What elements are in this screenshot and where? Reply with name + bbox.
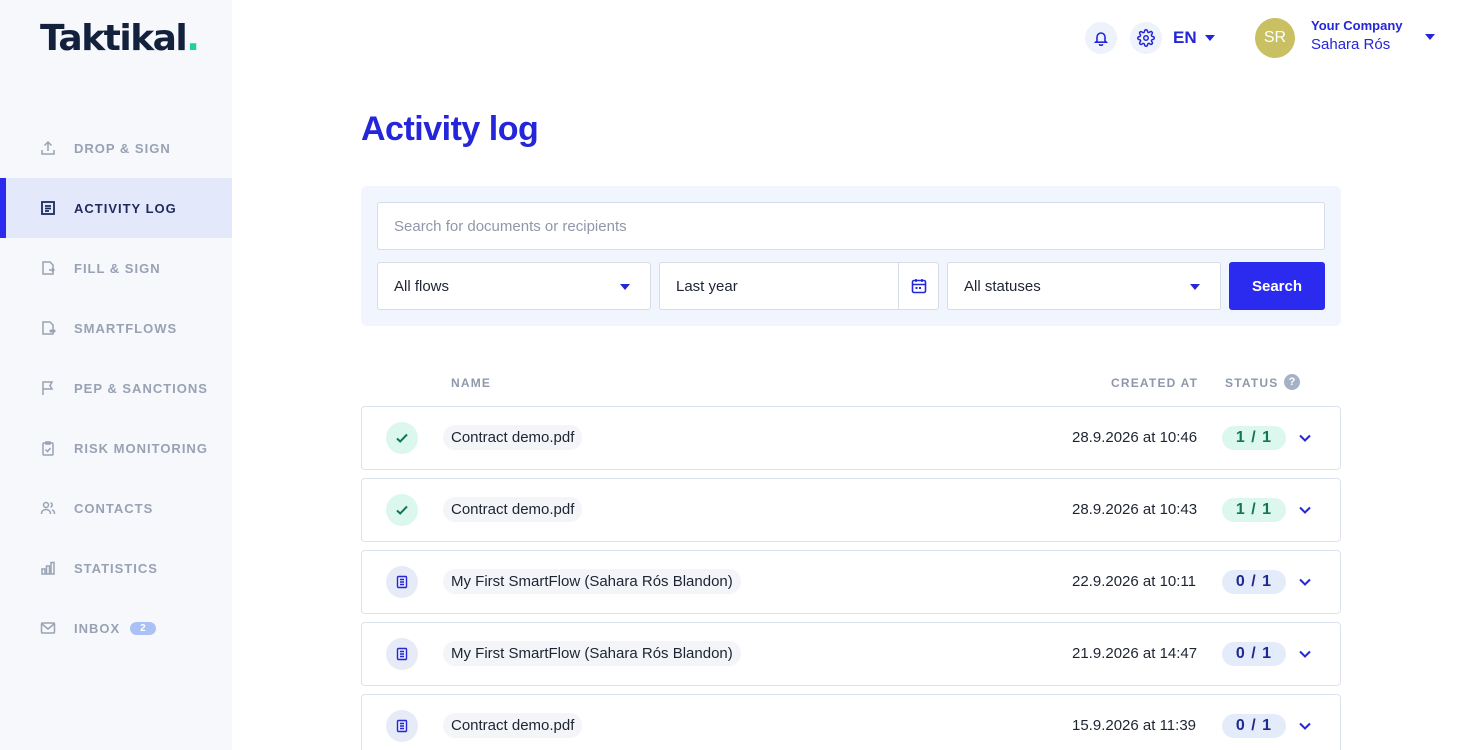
- checkmark-icon: [386, 494, 418, 526]
- sidebar-item-smartflows[interactable]: SMARTFLOWS: [0, 298, 232, 358]
- date-range-picker[interactable]: Last year: [659, 262, 939, 310]
- signature-count-badge: 0 / 1: [1222, 642, 1286, 666]
- chevron-down-icon[interactable]: [1298, 647, 1312, 666]
- document-name[interactable]: My First SmartFlow (Sahara Rós Blandon): [443, 569, 741, 594]
- sidebar-item-statistics[interactable]: STATISTICS: [0, 538, 232, 598]
- created-at: 28.9.2026 at 10:46: [1072, 429, 1198, 446]
- sidebar-item-activity-log[interactable]: ACTIVITY LOG: [0, 178, 232, 238]
- table-row[interactable]: Contract demo.pdf 28.9.2026 at 10:46 1 /…: [361, 406, 1341, 470]
- created-at: 15.9.2026 at 11:39: [1072, 717, 1196, 734]
- sidebar-item-label: STATISTICS: [74, 560, 158, 576]
- search-button[interactable]: Search: [1229, 262, 1325, 310]
- user-company: Your Company: [1311, 18, 1403, 33]
- help-icon[interactable]: ?: [1284, 374, 1300, 390]
- sidebar-item-contacts[interactable]: CONTACTS: [0, 478, 232, 538]
- user-name: Sahara Rós: [1311, 36, 1391, 53]
- page-title: Activity log: [361, 110, 539, 148]
- checkmark-icon: [386, 422, 418, 454]
- chevron-down-icon[interactable]: [1298, 503, 1312, 522]
- sidebar-item-label: DROP & SIGN: [74, 140, 171, 156]
- signature-count-badge: 1 / 1: [1222, 498, 1286, 522]
- signature-count-badge: 0 / 1: [1222, 714, 1286, 738]
- caret-down-icon: [1204, 35, 1215, 41]
- created-at: 21.9.2026 at 14:47: [1072, 645, 1198, 662]
- table-row[interactable]: Contract demo.pdf 15.9.2026 at 11:39 0 /…: [361, 694, 1341, 750]
- user-menu-caret-icon[interactable]: [1425, 34, 1435, 40]
- search-input[interactable]: [377, 202, 1325, 250]
- document-name[interactable]: Contract demo.pdf: [443, 713, 583, 738]
- document-icon: [386, 710, 418, 742]
- sidebar-item-label: SMARTFLOWS: [74, 320, 178, 336]
- column-header-created[interactable]: CREATED AT: [1111, 376, 1198, 390]
- user-menu[interactable]: Your Company Sahara Rós: [1311, 18, 1403, 53]
- taktikal-logo[interactable]: Taktikal.: [40, 18, 200, 59]
- sidebar-item-label: CONTACTS: [74, 500, 154, 516]
- sidebar-item-pep-sanctions[interactable]: PEP & SANCTIONS: [0, 358, 232, 418]
- chevron-down-icon[interactable]: [1298, 719, 1312, 738]
- sidebar: Taktikal. DROP & SIGN ACTIVITY LOG FILL …: [0, 0, 232, 750]
- signature-count-badge: 0 / 1: [1222, 570, 1286, 594]
- inbox-count-badge: 2: [130, 621, 156, 635]
- table-row[interactable]: Contract demo.pdf 28.9.2026 at 10:43 1 /…: [361, 478, 1341, 542]
- sidebar-item-label: PEP & SANCTIONS: [74, 380, 208, 396]
- mail-icon: [40, 620, 56, 636]
- sidebar-item-label: ACTIVITY LOG: [74, 200, 177, 216]
- list-icon: [40, 200, 56, 216]
- sidebar-item-fill-sign[interactable]: FILL & SIGN: [0, 238, 232, 298]
- sidebar-item-inbox[interactable]: INBOX 2: [0, 598, 232, 658]
- sidebar-nav: DROP & SIGN ACTIVITY LOG FILL & SIGN SMA…: [0, 118, 232, 658]
- bell-icon: [1093, 32, 1109, 46]
- document-name[interactable]: Contract demo.pdf: [443, 425, 583, 450]
- chevron-down-icon[interactable]: [1298, 431, 1312, 450]
- created-at: 28.9.2026 at 10:43: [1072, 501, 1198, 518]
- gear-icon: [1137, 29, 1155, 47]
- sidebar-item-drop-sign[interactable]: DROP & SIGN: [0, 118, 232, 178]
- language-selector[interactable]: EN: [1173, 28, 1215, 48]
- created-at: 22.9.2026 at 10:11: [1072, 573, 1196, 590]
- filter-panel: All flows Last year All statuses Search: [361, 186, 1341, 326]
- calendar-icon[interactable]: [910, 277, 928, 299]
- sidebar-item-risk-monitoring[interactable]: RISK MONITORING: [0, 418, 232, 478]
- settings-button[interactable]: [1130, 22, 1162, 54]
- status-filter-select[interactable]: All statuses: [947, 262, 1221, 310]
- caret-down-icon: [1190, 284, 1200, 290]
- sidebar-item-label: FILL & SIGN: [74, 260, 161, 276]
- avatar[interactable]: SR: [1255, 18, 1295, 58]
- table-row[interactable]: My First SmartFlow (Sahara Rós Blandon) …: [361, 622, 1341, 686]
- chevron-down-icon[interactable]: [1298, 575, 1312, 594]
- flow-icon: [40, 320, 56, 336]
- table-row[interactable]: My First SmartFlow (Sahara Rós Blandon) …: [361, 550, 1341, 614]
- column-header-status[interactable]: STATUS: [1225, 376, 1278, 390]
- bar-chart-icon: [40, 560, 56, 576]
- flag-icon: [40, 380, 56, 396]
- document-name[interactable]: My First SmartFlow (Sahara Rós Blandon): [443, 641, 741, 666]
- clipboard-check-icon: [40, 440, 56, 456]
- sidebar-item-label: INBOX: [74, 620, 121, 636]
- upload-icon: [40, 140, 56, 156]
- column-header-name[interactable]: NAME: [451, 376, 491, 390]
- caret-down-icon: [620, 284, 630, 290]
- users-icon: [40, 500, 56, 516]
- document-icon: [386, 566, 418, 598]
- date-divider: [898, 263, 899, 309]
- document-icon: [386, 638, 418, 670]
- flow-filter-select[interactable]: All flows: [377, 262, 651, 310]
- notifications-button[interactable]: [1085, 22, 1117, 54]
- sidebar-item-label: RISK MONITORING: [74, 440, 208, 456]
- form-icon: [40, 260, 56, 276]
- signature-count-badge: 1 / 1: [1222, 426, 1286, 450]
- document-name[interactable]: Contract demo.pdf: [443, 497, 583, 522]
